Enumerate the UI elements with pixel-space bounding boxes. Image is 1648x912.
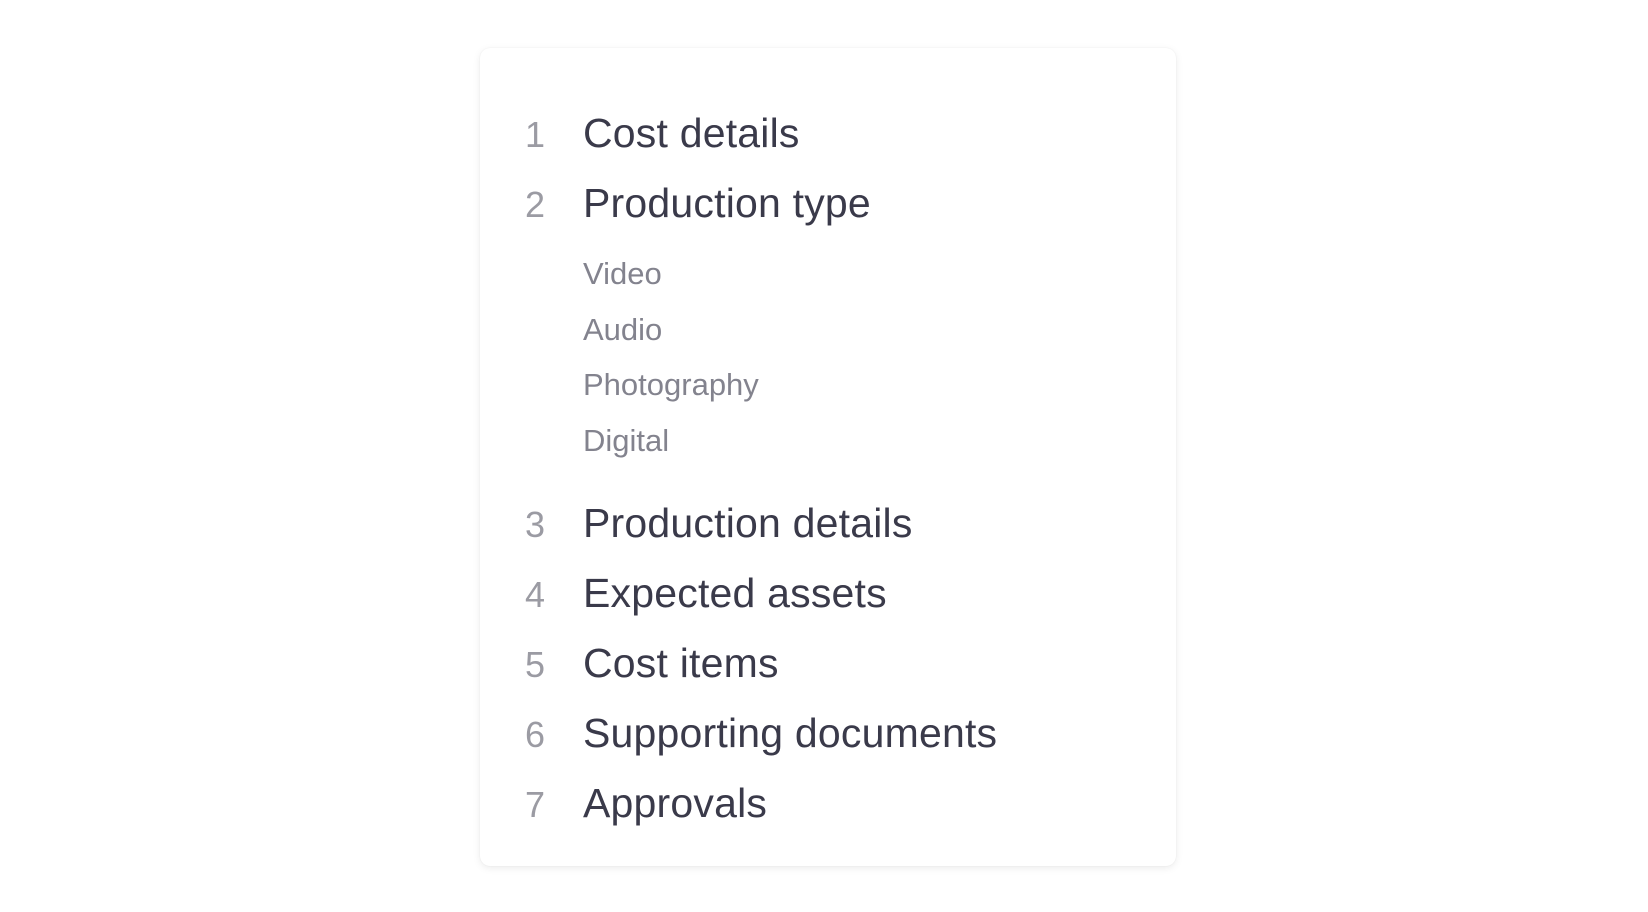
step-number: 6 — [525, 714, 546, 755]
step-label: Production details — [583, 500, 913, 546]
production-type-substeps: Video Audio Photography Digital — [480, 238, 1176, 488]
substep-audio[interactable]: Audio — [583, 302, 1176, 358]
substep-photography[interactable]: Photography — [583, 357, 1176, 413]
substep-video[interactable]: Video — [583, 246, 1176, 302]
step-number: 1 — [525, 114, 546, 155]
step-approvals[interactable]: 7 Approvals — [480, 768, 1176, 838]
step-number: 2 — [525, 184, 546, 225]
step-label: Cost details — [583, 110, 800, 156]
step-label: Supporting documents — [583, 710, 998, 756]
step-supporting-documents[interactable]: 6 Supporting documents — [480, 698, 1176, 768]
step-label: Cost items — [583, 640, 779, 686]
step-number: 7 — [525, 784, 546, 825]
step-production-type[interactable]: 2 Production type — [480, 168, 1176, 238]
step-number: 5 — [525, 644, 546, 685]
steps-card: 1 Cost details 2 Production type Video A… — [480, 48, 1176, 866]
step-cost-details[interactable]: 1 Cost details — [480, 98, 1176, 168]
substep-digital[interactable]: Digital — [583, 413, 1176, 469]
step-expected-assets[interactable]: 4 Expected assets — [480, 558, 1176, 628]
step-label: Approvals — [583, 780, 768, 826]
step-number: 3 — [525, 504, 546, 545]
step-number: 4 — [525, 574, 546, 615]
step-label: Expected assets — [583, 570, 887, 616]
step-production-details[interactable]: 3 Production details — [480, 488, 1176, 558]
step-label: Production type — [583, 180, 871, 226]
step-cost-items[interactable]: 5 Cost items — [480, 628, 1176, 698]
